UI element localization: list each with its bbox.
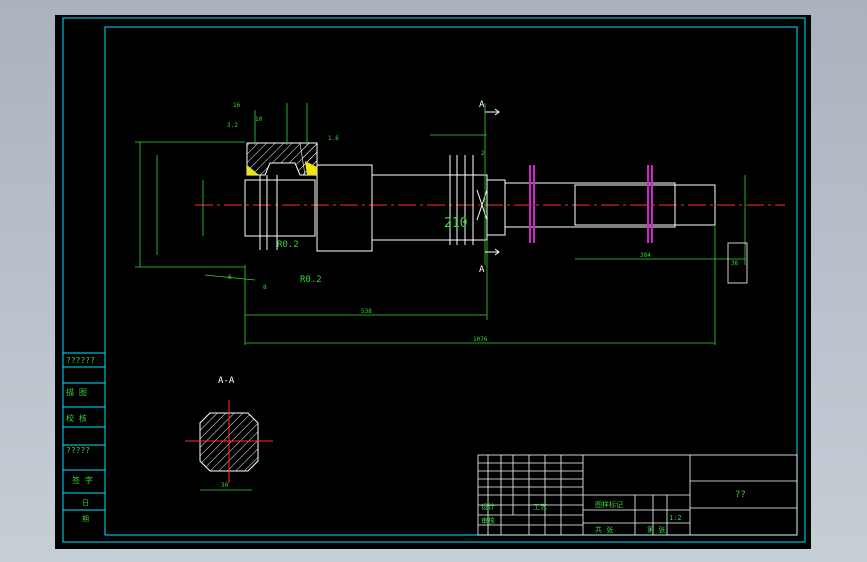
spline-label: 210 [444,216,467,231]
left-panel-row3: 校 核 [66,413,87,423]
section-centerlines [185,400,273,483]
left-panel-row2: 描 图 [66,387,87,397]
section-title: A-A [218,376,235,386]
dim-mid-label: 538 [361,308,372,315]
fillet-label-upper: R0.2 [277,240,299,250]
dim-small-d: 8 [263,284,267,291]
side-note-text: 36 [731,260,739,267]
roughness-label-b: 1.6 [328,135,339,142]
title-sheet-count: 共 张 [595,525,613,534]
left-panel-row5: 签 字 [72,475,93,485]
title-drawing-name: ?? [735,490,746,500]
outer-frame [62,17,806,543]
section-label-top: A [479,100,485,110]
title-design: 设计 [481,502,495,511]
title-block [477,454,798,536]
title-sheet-number: 第 张 [647,525,665,534]
technical-drawing: ?????? 描 图 校 核 ????? 签 字 日 期 ?? 图样标记 1:2… [62,17,806,543]
dim-small-a: 16 [233,102,241,109]
left-panel-row6: 日 [82,499,89,507]
title-process: 工艺 [533,503,547,511]
left-panel-row1: ?????? [66,356,95,365]
title-scale: 1:2 [669,514,682,522]
left-panel-row4: ????? [66,446,90,455]
drawing-viewport[interactable]: ?????? 描 图 校 核 ????? 签 字 日 期 ?? 图样标记 1:2… [55,15,811,549]
dim-total-label: 1076 [473,336,488,343]
note-c-label: 2 [481,150,485,157]
fillet-label-lower: R0.2 [300,275,322,285]
roughness-label-a: 3.2 [227,122,238,129]
cad-application-window: ?????? 描 图 校 核 ????? 签 字 日 期 ?? 图样标记 1:2… [0,0,867,562]
dim-small-c: 6 [228,274,232,281]
section-width-label: 30 [221,482,229,489]
section-label-bottom: A [479,265,485,275]
title-review: 审核 [481,516,495,525]
dim-right-length-label: 384 [640,252,651,259]
left-panel-row7: 期 [82,515,89,523]
keyway-marks [529,165,653,243]
title-sheet-label: 图样标记 [595,500,623,509]
dim-small-b: 10 [255,116,263,123]
